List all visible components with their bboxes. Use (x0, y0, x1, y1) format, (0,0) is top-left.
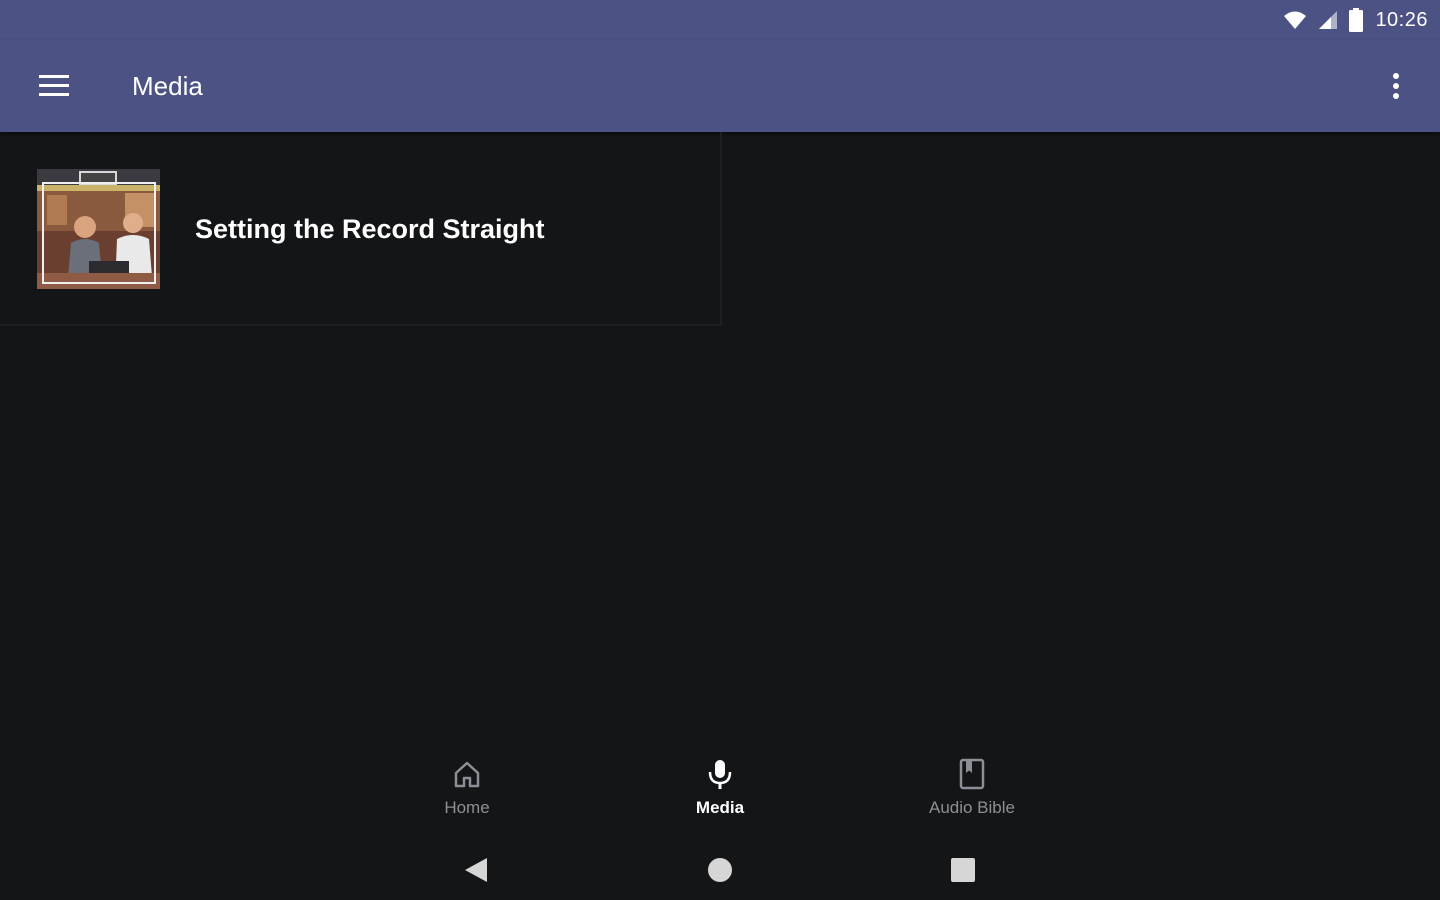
home-circle-icon[interactable] (696, 846, 744, 894)
status-time: 10:26 (1375, 8, 1428, 31)
screen: 10:26 Media Setting the Record Straight … (0, 0, 1440, 900)
nav-item-media[interactable]: Media (640, 756, 800, 828)
microphone-icon (705, 756, 735, 792)
page-title: Media (132, 70, 203, 101)
cell-signal-icon (1317, 10, 1339, 30)
more-vertical-icon[interactable] (1378, 58, 1414, 114)
nav-label-audio-bible: Audio Bible (928, 798, 1015, 817)
status-bar: 10:26 (0, 0, 1440, 40)
hamburger-menu-icon[interactable] (26, 58, 82, 114)
nav-item-home[interactable]: Home (387, 756, 547, 828)
media-list-item[interactable]: Setting the Record Straight (0, 132, 722, 326)
nav-item-audio-bible[interactable]: Audio Bible (892, 756, 1052, 828)
media-item-title: Setting the Record Straight (195, 214, 545, 244)
system-navigation-bar (0, 838, 1440, 900)
recents-icon[interactable] (939, 846, 987, 894)
media-thumbnail (37, 169, 160, 289)
book-icon (958, 756, 986, 792)
wifi-icon (1283, 10, 1307, 30)
bottom-navigation: Home Media Audio Bible (0, 740, 1440, 832)
nav-label-media: Media (695, 798, 745, 817)
home-icon (452, 756, 482, 792)
app-bar: Media (0, 40, 1440, 132)
nav-label-home: Home (444, 798, 490, 817)
back-icon[interactable] (452, 846, 500, 894)
battery-icon (1349, 8, 1364, 32)
